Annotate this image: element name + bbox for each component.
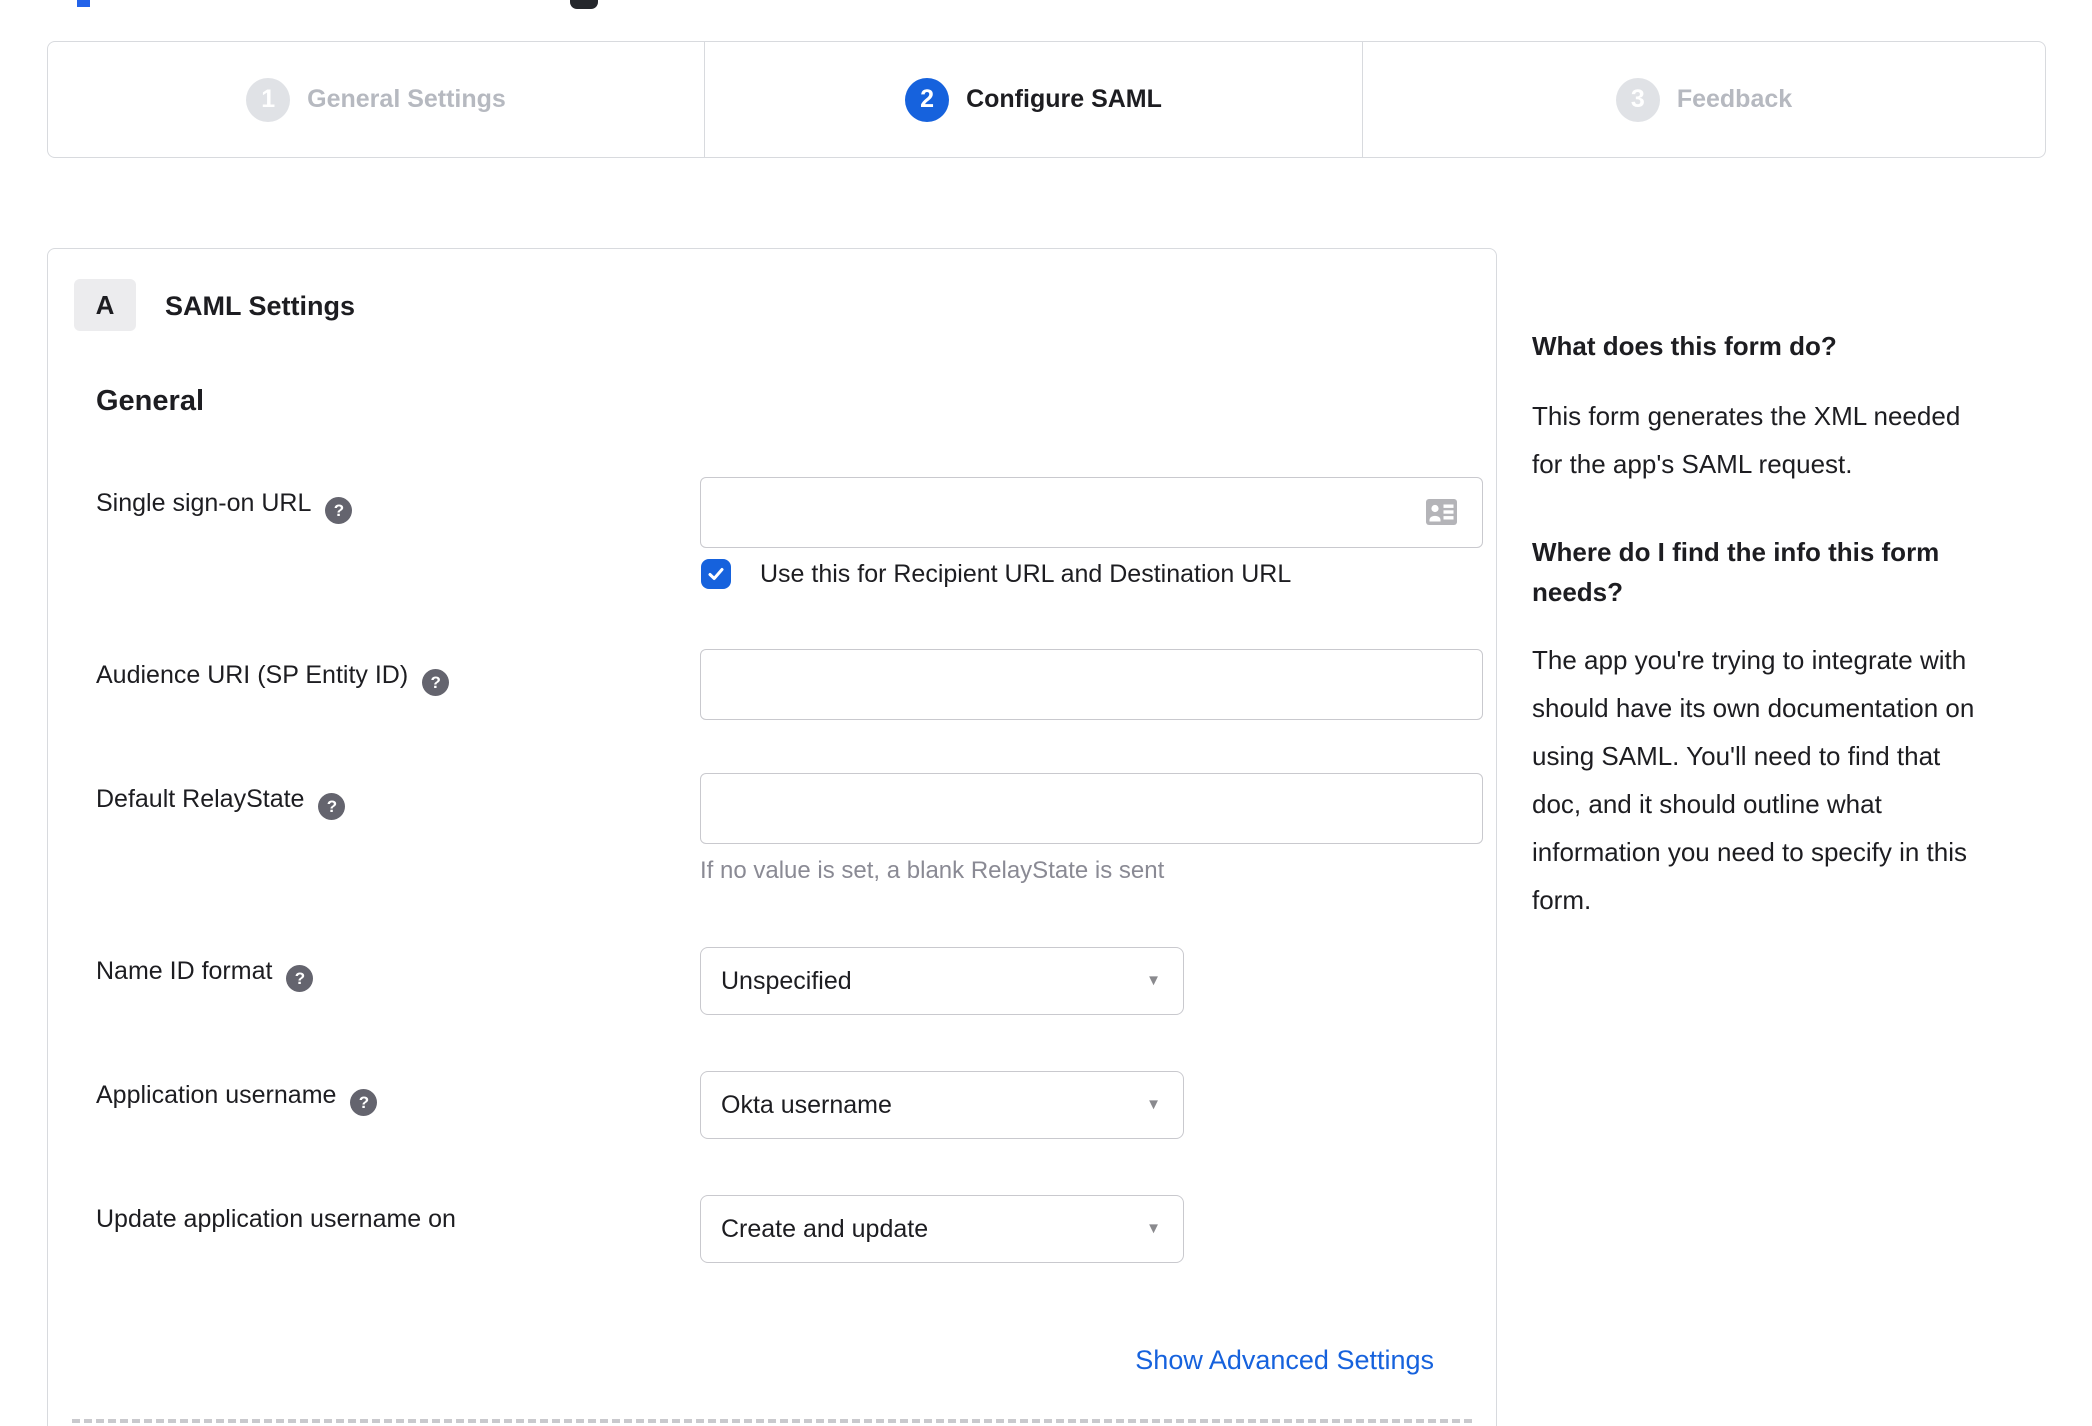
step-3-number-badge: 3 — [1615, 77, 1660, 122]
name-id-format-select[interactable]: Unspecified ▼ — [700, 947, 1184, 1015]
step-1-number-badge: 1 — [246, 77, 291, 122]
audience-uri-label: Audience URI (SP Entity ID)? — [96, 661, 450, 696]
help-icon[interactable]: ? — [318, 793, 346, 820]
name-id-format-row: Name ID format? Unspecified ▼ — [96, 947, 1496, 1015]
recipient-url-checkbox[interactable] — [701, 559, 731, 589]
update-app-username-value: Create and update — [721, 1215, 929, 1243]
application-username-label: Application username? — [96, 1081, 378, 1116]
section-a-badge: A — [74, 279, 136, 331]
audience-uri-input[interactable] — [700, 649, 1483, 720]
chevron-down-icon: ▼ — [1146, 972, 1161, 989]
name-id-format-label: Name ID format? — [96, 957, 314, 992]
step-feedback[interactable]: 3 Feedback — [1362, 42, 2045, 157]
saml-settings-card: A SAML Settings General Single sign-on U… — [47, 248, 1497, 1426]
update-app-username-row: Update application username on Create an… — [96, 1195, 1496, 1263]
step-2-label: Configure SAML — [966, 85, 1162, 113]
wizard-stepper: 1 General Settings 2 Configure SAML 3 Fe… — [47, 41, 2046, 158]
name-id-format-value: Unspecified — [721, 967, 852, 995]
help-panel: What does this form do? This form genera… — [1532, 326, 2072, 924]
help-answer-2: The app you're trying to integrate with … — [1532, 645, 1975, 915]
cut-off-blue-fragment — [77, 0, 90, 7]
sso-url-input-wrap — [700, 477, 1483, 548]
chevron-down-icon: ▼ — [1146, 1096, 1161, 1113]
help-icon[interactable]: ? — [422, 669, 450, 696]
default-relaystate-hint: If no value is set, a blank RelayState i… — [700, 857, 1165, 884]
default-relaystate-label: Default RelayState? — [96, 785, 346, 820]
checkmark-icon — [708, 568, 724, 580]
application-username-value: Okta username — [721, 1091, 892, 1119]
step-3-label: Feedback — [1676, 85, 1793, 113]
recipient-url-checkbox-label: Use this for Recipient URL and Destinati… — [760, 560, 1292, 588]
step-1-label: General Settings — [307, 85, 506, 113]
help-icon[interactable]: ? — [350, 1089, 378, 1116]
step-general-settings[interactable]: 1 General Settings — [48, 42, 704, 157]
help-icon[interactable]: ? — [325, 497, 353, 524]
sso-url-input[interactable] — [700, 477, 1483, 548]
update-app-username-select[interactable]: Create and update ▼ — [700, 1195, 1184, 1263]
step-2-number-badge: 2 — [905, 77, 950, 122]
step-configure-saml[interactable]: 2 Configure SAML — [704, 42, 1362, 157]
configure-saml-page: 1 General Settings 2 Configure SAML 3 Fe… — [0, 0, 2092, 1426]
audience-uri-input-wrap — [700, 649, 1483, 720]
update-app-username-label: Update application username on — [96, 1205, 456, 1233]
application-username-row: Application username? Okta username ▼ — [96, 1071, 1496, 1139]
help-question-1: What does this form do? — [1532, 331, 1837, 361]
chevron-down-icon: ▼ — [1146, 1220, 1161, 1237]
help-question-2: Where do I find the info this form needs… — [1532, 537, 1940, 607]
default-relaystate-input[interactable] — [700, 773, 1483, 844]
section-title: SAML Settings — [165, 291, 356, 321]
default-relaystate-input-wrap — [700, 773, 1483, 844]
sso-url-label: Single sign-on URL? — [96, 489, 353, 524]
sso-url-row: Single sign-on URL? — [96, 477, 1496, 548]
cut-off-dark-fragment — [570, 0, 598, 9]
application-username-select[interactable]: Okta username ▼ — [700, 1071, 1184, 1139]
help-icon[interactable]: ? — [286, 965, 314, 992]
help-answer-1: This form generates the XML needed for t… — [1532, 401, 1961, 479]
general-group-heading: General — [96, 385, 204, 417]
card-dashed-divider — [72, 1419, 1472, 1423]
show-advanced-settings-link[interactable]: Show Advanced Settings — [1135, 1345, 1434, 1376]
